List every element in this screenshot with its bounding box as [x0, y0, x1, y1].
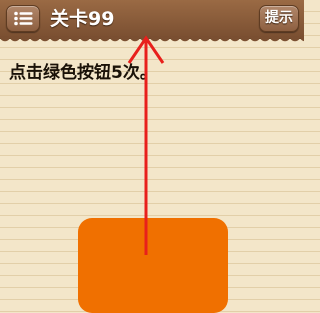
top-bar-scalloped-edge: [0, 36, 304, 44]
level-title: 关卡99: [50, 8, 115, 30]
question-text: 点击绿色按钮5次。: [9, 63, 157, 83]
hint-button[interactable]: 提示: [259, 5, 299, 32]
orange-button[interactable]: [78, 218, 228, 313]
menu-button[interactable]: [6, 5, 40, 32]
list-icon: [14, 11, 33, 26]
